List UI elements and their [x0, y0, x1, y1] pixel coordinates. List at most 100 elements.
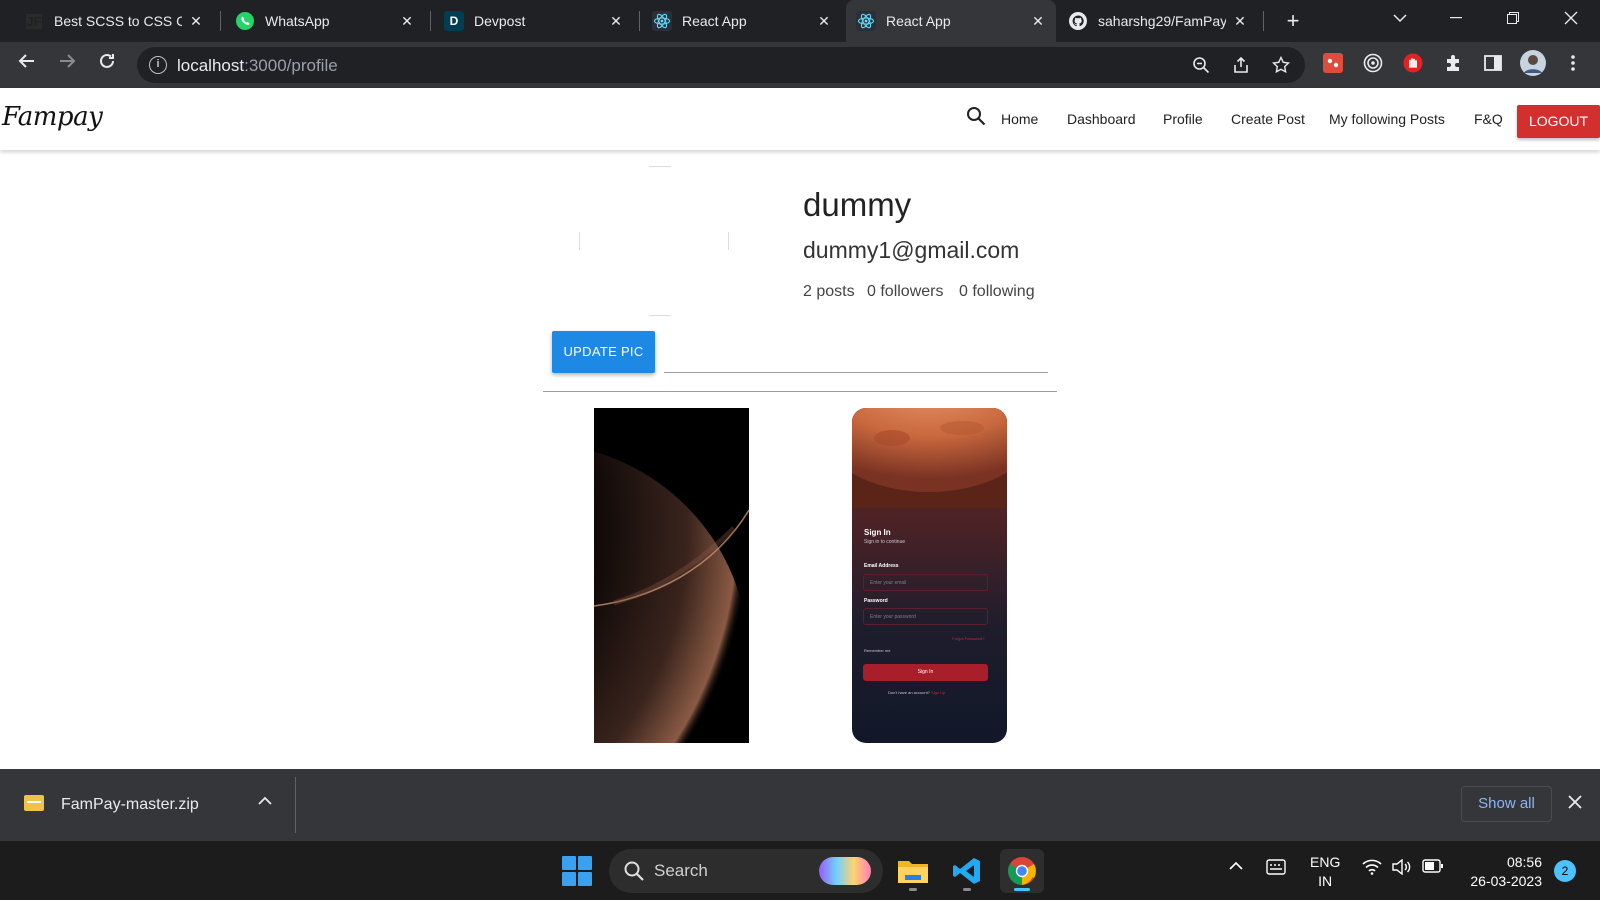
download-separator: [295, 777, 296, 833]
extensions-puzzle-icon[interactable]: [1442, 52, 1464, 74]
tab-devpost[interactable]: D Devpost ✕: [434, 0, 634, 42]
nav-link-dashboard[interactable]: Dashboard: [1067, 111, 1136, 127]
profile-email: dummy1@gmail.com: [803, 237, 1020, 263]
nav-link-home[interactable]: Home: [1001, 111, 1038, 127]
posts-count: 2 posts: [803, 283, 855, 300]
wifi-icon[interactable]: [1362, 859, 1382, 880]
tab-separator: [1263, 11, 1264, 31]
github-icon: [1068, 11, 1088, 31]
zoom-icon[interactable]: [1191, 56, 1211, 76]
tab-title: saharshg29/FamPay: [1098, 13, 1226, 29]
address-bar[interactable]: i localhost:3000/profile: [137, 47, 1305, 83]
tab-whatsapp[interactable]: WhatsApp ✕: [225, 0, 425, 42]
minimize-button[interactable]: [1434, 0, 1478, 36]
vscode-icon[interactable]: [945, 849, 989, 893]
notification-badge[interactable]: 2: [1554, 860, 1576, 882]
tab-title: Best SCSS to CSS C: [54, 13, 182, 29]
windows-start-icon[interactable]: [562, 856, 592, 886]
close-icon[interactable]: ✕: [1232, 13, 1248, 30]
chrome-menu-icon[interactable]: [1562, 52, 1584, 74]
tab-github[interactable]: saharshg29/FamPay ✕: [1058, 0, 1258, 42]
language-indicator[interactable]: ENG IN: [1310, 853, 1340, 891]
windows-taskbar: Search ENG IN 08:56 26-03-2023 2: [0, 841, 1600, 900]
chevron-up-icon[interactable]: [258, 793, 272, 809]
zip-file-icon: [24, 795, 44, 811]
react-icon: [652, 11, 672, 31]
show-all-button[interactable]: Show all: [1461, 786, 1552, 822]
touch-keyboard-icon[interactable]: [1266, 859, 1286, 880]
update-pic-button[interactable]: UPDATE PIC: [552, 331, 655, 373]
profile-avatar: [579, 166, 729, 316]
reload-button[interactable]: [94, 52, 120, 78]
mockup-email-label: Email Address: [864, 563, 899, 569]
mockup-footer: Don't have an account? Sign Up: [888, 690, 946, 695]
planet-image: [594, 408, 749, 743]
mockup-remember: Remember me: [864, 648, 891, 653]
tab-react-app-1[interactable]: React App ✕: [642, 0, 842, 42]
mockup-title: Sign In: [864, 528, 891, 537]
share-icon[interactable]: [1231, 56, 1251, 76]
whatsapp-icon: [235, 11, 255, 31]
tab-separator: [430, 11, 431, 31]
app-indicator: [963, 888, 971, 891]
logout-button[interactable]: LOGOUT: [1517, 105, 1600, 138]
tab-react-app-active[interactable]: React App ✕: [846, 0, 1056, 42]
bookmark-star-icon[interactable]: [1271, 55, 1291, 76]
tab-scss-to-css[interactable]: JF Best SCSS to CSS C ✕: [14, 0, 214, 42]
volume-icon[interactable]: [1392, 858, 1412, 880]
download-filename[interactable]: FamPay-master.zip: [61, 796, 199, 814]
file-explorer-icon[interactable]: [891, 849, 935, 893]
tab-title: WhatsApp: [265, 13, 330, 29]
extension-red-icon[interactable]: [1322, 52, 1344, 74]
mockup-password-field: Enter your password: [863, 608, 988, 625]
tab-separator: [639, 11, 640, 31]
extension-target-icon[interactable]: [1362, 52, 1384, 74]
brand-logo[interactable]: Fampay: [2, 102, 103, 132]
taskbar-search-box[interactable]: Search: [609, 849, 883, 893]
nav-link-faq[interactable]: F&Q: [1474, 111, 1503, 127]
close-icon[interactable]: ✕: [188, 13, 204, 30]
back-button[interactable]: [14, 52, 40, 78]
profile-avatar-icon[interactable]: [1520, 50, 1546, 76]
new-tab-button[interactable]: +: [1280, 8, 1306, 34]
close-icon[interactable]: ✕: [399, 13, 415, 30]
mockup-signin-button: Sign In: [863, 664, 988, 681]
devpost-icon: D: [444, 11, 464, 31]
app-indicator: [1014, 888, 1030, 891]
tab-title: React App: [886, 13, 951, 29]
site-info-icon[interactable]: i: [149, 56, 167, 74]
search-icon[interactable]: [966, 106, 988, 128]
forward-button[interactable]: [54, 52, 80, 78]
close-icon[interactable]: [1568, 793, 1582, 814]
chrome-icon[interactable]: [1000, 849, 1044, 893]
side-panel-icon[interactable]: [1482, 52, 1504, 74]
file-path-input[interactable]: [664, 353, 1048, 373]
url-text[interactable]: localhost:3000/profile: [177, 56, 338, 76]
mockup-email-field: Enter your email: [863, 574, 988, 591]
nav-link-create-post[interactable]: Create Post: [1231, 111, 1305, 127]
taskbar-search-label: Search: [654, 861, 708, 880]
close-window-button[interactable]: [1549, 0, 1593, 36]
app-navbar: Fampay Home Dashboard Profile Create Pos…: [0, 88, 1600, 150]
extension-hand-icon[interactable]: [1402, 52, 1424, 74]
chevron-up-icon[interactable]: [1228, 859, 1244, 877]
gallery-post-signin-mockup[interactable]: Sign In Sign in to continue Email Addres…: [852, 408, 1007, 743]
system-clock[interactable]: 08:56 26-03-2023: [1462, 853, 1542, 891]
mockup-password-label: Password: [864, 598, 888, 604]
react-icon: [856, 11, 876, 31]
restore-button[interactable]: [1491, 0, 1535, 36]
gallery-post-image[interactable]: [594, 408, 749, 743]
battery-icon[interactable]: [1422, 859, 1444, 878]
close-icon[interactable]: ✕: [608, 13, 624, 30]
tab-title: Devpost: [474, 13, 526, 29]
mockup-forgot-link: Forgot Password?: [952, 636, 985, 641]
browser-tab-strip: JF Best SCSS to CSS C ✕ WhatsApp ✕ D Dev…: [0, 0, 1600, 42]
nav-link-profile[interactable]: Profile: [1163, 111, 1203, 127]
nav-link-following-posts[interactable]: My following Posts: [1329, 111, 1445, 127]
app-indicator: [909, 888, 917, 891]
tab-search-chevron-icon[interactable]: [1378, 0, 1422, 36]
close-icon[interactable]: ✕: [816, 13, 832, 30]
jf-favicon-icon: JF: [26, 13, 42, 29]
profile-username: dummy: [803, 186, 912, 223]
close-icon[interactable]: ✕: [1030, 13, 1046, 30]
